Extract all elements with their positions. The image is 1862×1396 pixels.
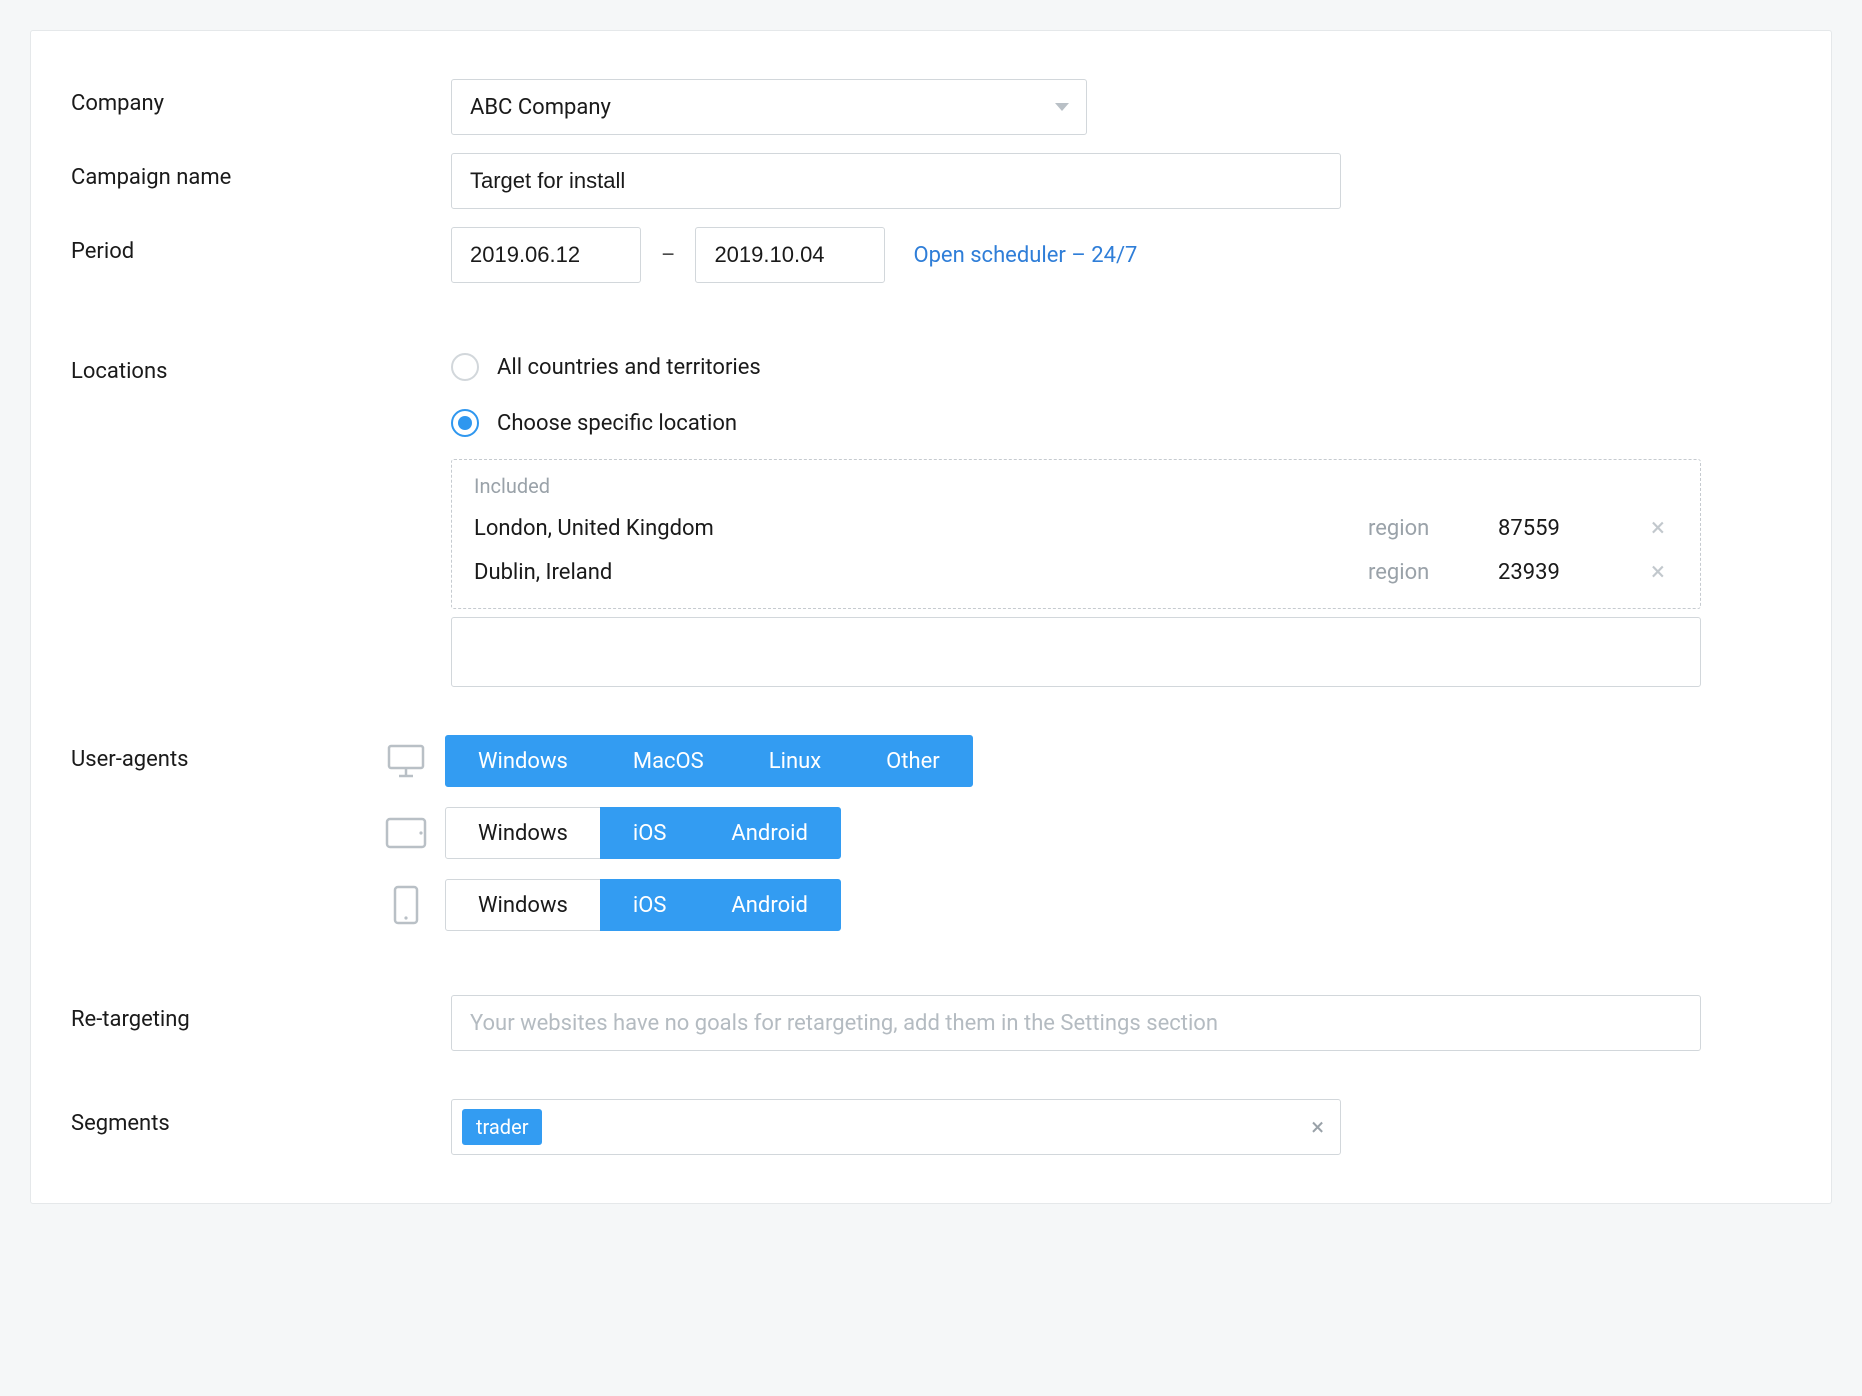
radio-specific-label: Choose specific location (497, 411, 737, 436)
tablet-icon (381, 817, 431, 849)
row-user-agents: User-agents Windows MacOS Linux Other (71, 735, 1771, 931)
location-name: Dublin, Ireland (474, 560, 1368, 585)
row-company: Company ABC Company (71, 79, 1771, 135)
location-row: London, United Kingdom region 87559 × (474, 506, 1678, 550)
clear-segments-icon[interactable]: × (1311, 1115, 1324, 1139)
segments-input[interactable]: trader × (451, 1099, 1341, 1155)
remove-location-icon[interactable]: × (1638, 515, 1678, 541)
label-segments: Segments (71, 1099, 451, 1136)
ua-desktop-windows[interactable]: Windows (445, 735, 601, 787)
radio-all-label: All countries and territories (497, 355, 761, 380)
desktop-icon (381, 744, 431, 778)
ua-mobile-android[interactable]: Android (698, 879, 840, 931)
company-selected-value: ABC Company (470, 95, 611, 120)
label-period: Period (71, 227, 451, 264)
user-agent-tablet-row: Windows iOS Android (381, 807, 1771, 859)
location-code: 87559 (1498, 516, 1638, 541)
chevron-down-icon (1055, 103, 1069, 111)
location-type: region (1368, 560, 1498, 585)
included-locations-box: Included London, United Kingdom region 8… (451, 459, 1701, 609)
location-search-input[interactable] (451, 617, 1701, 687)
included-label: Included (474, 474, 1678, 498)
radio-all-countries[interactable]: All countries and territories (451, 347, 1771, 387)
label-locations: Locations (71, 347, 451, 384)
radio-specific-location[interactable]: Choose specific location (451, 403, 1771, 443)
ua-mobile-ios[interactable]: iOS (600, 879, 700, 931)
label-company: Company (71, 79, 451, 116)
ua-desktop-other[interactable]: Other (853, 735, 973, 787)
retargeting-placeholder: Your websites have no goals for retarget… (470, 1011, 1218, 1036)
campaign-name-input[interactable] (451, 153, 1341, 209)
label-retargeting: Re-targeting (71, 995, 451, 1032)
location-row: Dublin, Ireland region 23939 × (474, 550, 1678, 594)
ua-tablet-ios[interactable]: iOS (600, 807, 700, 859)
period-from-input[interactable] (451, 227, 641, 283)
user-agent-mobile-row: Windows iOS Android (381, 879, 1771, 931)
period-dash: – (661, 243, 675, 268)
label-campaign-name: Campaign name (71, 153, 451, 190)
mobile-icon (381, 885, 431, 925)
ua-tablet-android[interactable]: Android (698, 807, 840, 859)
row-campaign-name: Campaign name (71, 153, 1771, 209)
row-segments: Segments trader × (71, 1099, 1771, 1155)
open-scheduler-link[interactable]: Open scheduler – 24/7 (913, 243, 1137, 268)
segment-tag[interactable]: trader (462, 1109, 542, 1145)
row-locations: Locations All countries and territories … (71, 347, 1771, 687)
company-select[interactable]: ABC Company (451, 79, 1087, 135)
campaign-settings-panel: Company ABC Company Campaign name Period… (30, 30, 1832, 1204)
row-period: Period – Open scheduler – 24/7 (71, 227, 1771, 283)
location-type: region (1368, 516, 1498, 541)
ua-desktop-linux[interactable]: Linux (736, 735, 854, 787)
ua-mobile-windows[interactable]: Windows (445, 879, 601, 931)
period-to-input[interactable] (695, 227, 885, 283)
location-name: London, United Kingdom (474, 516, 1368, 541)
radio-icon (451, 353, 479, 381)
remove-location-icon[interactable]: × (1638, 559, 1678, 585)
ua-tablet-windows[interactable]: Windows (445, 807, 601, 859)
radio-icon-checked (451, 409, 479, 437)
retargeting-input[interactable]: Your websites have no goals for retarget… (451, 995, 1701, 1051)
ua-desktop-macos[interactable]: MacOS (600, 735, 737, 787)
row-retargeting: Re-targeting Your websites have no goals… (71, 995, 1771, 1051)
location-code: 23939 (1498, 560, 1638, 585)
user-agent-desktop-row: Windows MacOS Linux Other (381, 735, 1771, 787)
